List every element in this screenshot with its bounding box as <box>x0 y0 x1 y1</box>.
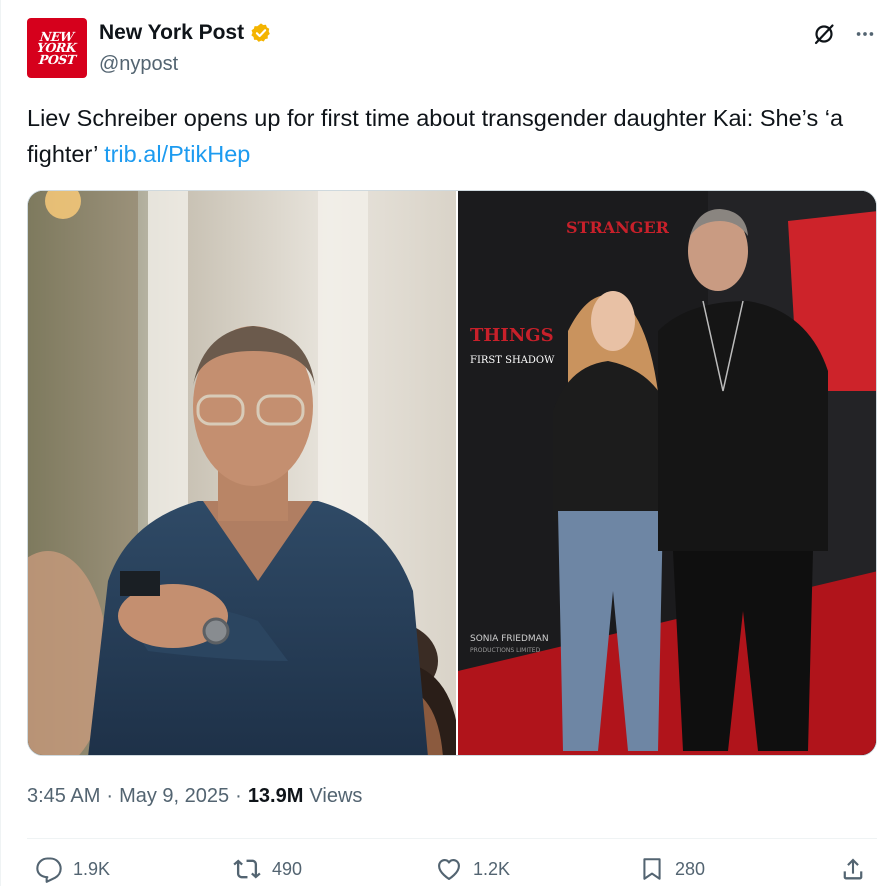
backdrop-text-stranger: STRANGER <box>566 218 670 237</box>
tweet-date[interactable]: May 9, 2025 <box>119 785 229 808</box>
repost-count: 490 <box>272 858 303 879</box>
tweet-link[interactable]: trib.al/PtikHep <box>104 141 250 167</box>
like-button[interactable]: 1.2K <box>435 855 510 883</box>
tweet-top-actions <box>812 22 876 46</box>
tweet-meta: 3:45 AM · May 9, 2025 · 13.9M Views <box>27 785 362 808</box>
bookmark-count: 280 <box>675 858 706 879</box>
repost-button[interactable]: 490 <box>232 855 302 883</box>
avatar[interactable]: NEW YORK POST <box>27 18 87 78</box>
like-count: 1.2K <box>473 858 511 879</box>
repost-icon <box>233 859 261 879</box>
reply-button[interactable]: 1.9K <box>35 855 110 883</box>
backdrop-text-things: THINGS <box>470 325 554 346</box>
author-handle[interactable]: @nypost <box>99 53 178 76</box>
meta-separator-1: · <box>106 785 114 807</box>
views-count: 13.9M <box>247 785 304 807</box>
backdrop-text-first-shadow: FIRST SHADOW <box>470 355 555 366</box>
backdrop-text-sonia: SONIA FRIEDMAN <box>470 634 549 644</box>
backdrop-text-productions: PRODUCTIONS LIMITED <box>470 647 541 654</box>
tweet: NEW YORK POST New York Post @nypost Liev… <box>0 0 894 886</box>
meta-separator-2: · <box>235 785 242 807</box>
divider <box>27 838 877 839</box>
left-photo[interactable] <box>28 191 458 755</box>
author-display-name[interactable]: New York Post <box>99 21 244 45</box>
grok-icon[interactable] <box>812 22 836 46</box>
tweet-actions: 1.9K 490 1.2K 280 <box>27 855 877 886</box>
more-options-icon[interactable] <box>854 23 876 45</box>
share-button[interactable] <box>839 855 867 883</box>
share-icon <box>843 858 863 880</box>
reply-icon <box>36 857 62 883</box>
reply-count: 1.9K <box>73 858 111 879</box>
avatar-text-line-3: POST <box>37 51 77 67</box>
tweet-media[interactable]: STRANGER THINGS FIRST SHADOW SONIA FRIED… <box>27 190 877 756</box>
tweet-time[interactable]: 3:45 AM <box>27 785 100 808</box>
verified-badge-icon[interactable] <box>250 22 272 44</box>
tweet-text: Liev Schreiber opens up for first time a… <box>27 100 867 172</box>
heart-icon <box>438 858 460 880</box>
author-name-row: New York Post <box>99 21 272 45</box>
views-label: Views <box>309 785 363 807</box>
right-photo[interactable]: STRANGER THINGS FIRST SHADOW SONIA FRIED… <box>458 191 876 755</box>
bookmark-icon <box>643 858 661 880</box>
bookmark-button[interactable]: 280 <box>639 855 705 883</box>
